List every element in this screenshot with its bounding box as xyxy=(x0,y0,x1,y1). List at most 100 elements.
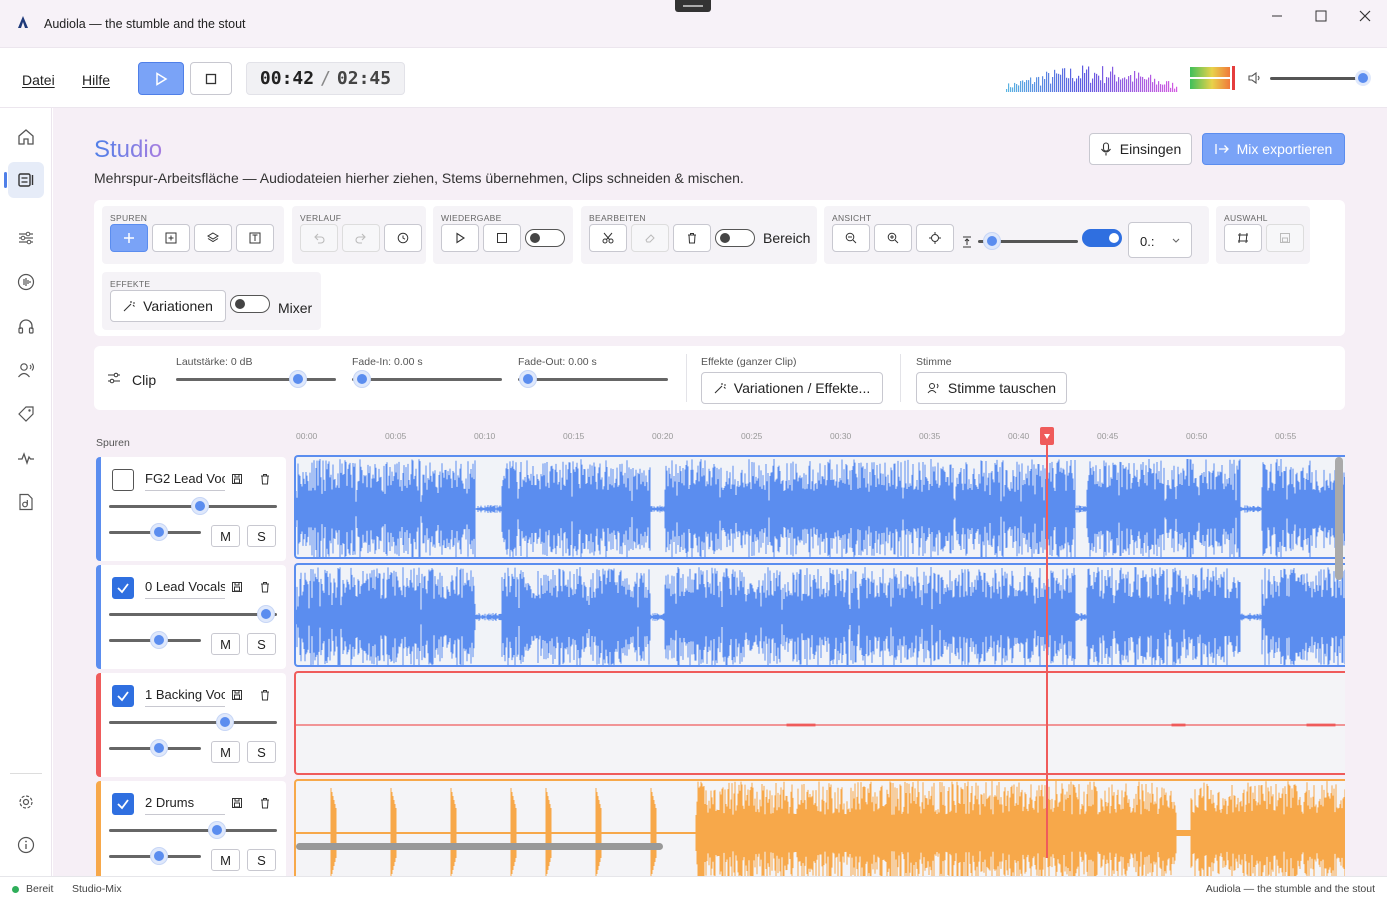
stop-button[interactable] xyxy=(190,62,232,95)
track-volume-thumb[interactable] xyxy=(217,714,233,730)
mute-button[interactable]: M xyxy=(211,849,240,871)
track-name-input[interactable]: 2 Drums xyxy=(145,793,225,815)
vertical-scrollbar[interactable] xyxy=(1335,457,1343,580)
variations-button[interactable]: Variationen xyxy=(110,290,226,322)
timeline-ruler[interactable]: 00:00 00:05 00:10 00:15 00:20 00:25 00:30 00:35… xyxy=(296,431,1345,447)
import-button[interactable] xyxy=(236,224,274,252)
volume-slider-thumb[interactable] xyxy=(1355,70,1371,86)
add-track-button[interactable] xyxy=(110,224,148,252)
sidebar-item-audio[interactable] xyxy=(8,264,44,300)
sidebar-item-mixer[interactable] xyxy=(8,220,44,256)
swap-voice-button[interactable]: Stimme tauschen xyxy=(916,372,1067,404)
export-mix-button[interactable]: Mix exportieren xyxy=(1202,133,1345,165)
mute-button[interactable]: M xyxy=(211,525,240,547)
sidebar-item-files[interactable] xyxy=(8,484,44,520)
track-lane-clip[interactable] xyxy=(294,671,1345,775)
track-pan-thumb[interactable] xyxy=(151,848,167,864)
status-indicator xyxy=(12,886,19,893)
track-volume-track[interactable] xyxy=(109,613,277,616)
solo-button[interactable]: S xyxy=(247,525,276,547)
track-volume-track[interactable] xyxy=(109,721,277,724)
fade-in-thumb[interactable] xyxy=(354,371,370,387)
save-track-icon[interactable] xyxy=(229,795,245,811)
minimize-button[interactable] xyxy=(1262,6,1292,26)
zoom-out-button[interactable] xyxy=(832,224,870,252)
track-volume-thumb[interactable] xyxy=(209,822,225,838)
mute-button[interactable]: M xyxy=(211,741,240,763)
sidebar-item-analysis[interactable] xyxy=(8,440,44,476)
sidebar-item-home[interactable] xyxy=(8,119,44,155)
clip-volume-track[interactable] xyxy=(176,378,336,381)
window-grip[interactable] xyxy=(675,0,711,12)
fade-in-track[interactable] xyxy=(352,378,502,381)
toolbar-play-button[interactable] xyxy=(441,224,479,252)
sidebar-item-tags[interactable] xyxy=(8,396,44,432)
solo-button[interactable]: S xyxy=(247,633,276,655)
volume-slider-track[interactable] xyxy=(1270,77,1362,80)
track-pan-thumb[interactable] xyxy=(151,524,167,540)
sidebar-item-listen[interactable] xyxy=(8,308,44,344)
track-lane-clip[interactable] xyxy=(294,563,1345,667)
track-height-slider-thumb[interactable] xyxy=(984,233,1000,249)
save-track-icon[interactable] xyxy=(229,579,245,595)
fit-view-button[interactable] xyxy=(916,224,954,252)
snap-toggle[interactable] xyxy=(1082,229,1122,247)
save-selection-button[interactable] xyxy=(1266,224,1304,252)
track-select-checkbox[interactable] xyxy=(112,469,134,491)
delete-track-icon[interactable] xyxy=(257,471,273,487)
play-button[interactable] xyxy=(138,62,184,95)
track-pan-thumb[interactable] xyxy=(151,632,167,648)
track-volume-thumb[interactable] xyxy=(192,498,208,514)
playhead-handle[interactable] xyxy=(1040,427,1054,445)
sidebar-item-studio[interactable] xyxy=(4,162,44,198)
delete-track-icon[interactable] xyxy=(257,579,273,595)
menu-file[interactable]: Datei xyxy=(22,72,55,88)
track-pan-thumb[interactable] xyxy=(151,740,167,756)
track-lane-clip[interactable] xyxy=(294,455,1345,559)
horizontal-scrollbar[interactable] xyxy=(296,843,663,850)
track-lane-clip[interactable] xyxy=(294,779,1345,876)
save-track-icon[interactable] xyxy=(229,471,245,487)
fade-out-thumb[interactable] xyxy=(520,371,536,387)
track-name-input[interactable]: 1 Backing Vocals xyxy=(145,685,225,707)
solo-button[interactable]: S xyxy=(247,741,276,763)
mixer-toggle[interactable] xyxy=(230,295,270,313)
undo-button[interactable] xyxy=(300,224,338,252)
playhead[interactable] xyxy=(1046,428,1048,858)
zoom-select[interactable]: 0.: xyxy=(1128,222,1192,258)
delete-track-icon[interactable] xyxy=(257,795,273,811)
add-box-button[interactable] xyxy=(152,224,190,252)
loop-toggle[interactable] xyxy=(525,229,565,247)
solo-button[interactable]: S xyxy=(247,849,276,871)
mute-button[interactable]: M xyxy=(211,633,240,655)
range-toggle[interactable] xyxy=(715,229,755,247)
sidebar-item-settings[interactable] xyxy=(8,784,44,820)
select-region-button[interactable] xyxy=(1224,224,1262,252)
sing-button[interactable]: Einsingen xyxy=(1089,133,1192,165)
close-button[interactable] xyxy=(1350,6,1380,26)
track-volume-track[interactable] xyxy=(109,829,277,832)
save-track-icon[interactable] xyxy=(229,687,245,703)
sidebar-item-info[interactable] xyxy=(8,827,44,863)
track-name-input[interactable]: FG2 Lead Vocals xyxy=(145,469,225,491)
track-select-checkbox[interactable] xyxy=(112,793,134,815)
stems-button[interactable] xyxy=(194,224,232,252)
history-button[interactable] xyxy=(384,224,422,252)
fade-out-track[interactable] xyxy=(518,378,668,381)
erase-button[interactable] xyxy=(631,224,669,252)
track-volume-thumb[interactable] xyxy=(258,606,274,622)
track-select-checkbox[interactable] xyxy=(112,577,134,599)
track-select-checkbox[interactable] xyxy=(112,685,134,707)
sidebar-item-voice[interactable] xyxy=(8,352,44,388)
cut-button[interactable] xyxy=(589,224,627,252)
menu-help[interactable]: Hilfe xyxy=(82,72,110,88)
clip-effects-button[interactable]: Variationen / Effekte... xyxy=(701,372,883,404)
redo-button[interactable] xyxy=(342,224,380,252)
clip-volume-thumb[interactable] xyxy=(290,371,306,387)
delete-track-icon[interactable] xyxy=(257,687,273,703)
delete-button[interactable] xyxy=(673,224,711,252)
zoom-in-button[interactable] xyxy=(874,224,912,252)
maximize-button[interactable] xyxy=(1306,6,1336,26)
track-name-input[interactable]: 0 Lead Vocals xyxy=(145,577,225,599)
toolbar-stop-button[interactable] xyxy=(483,224,521,252)
